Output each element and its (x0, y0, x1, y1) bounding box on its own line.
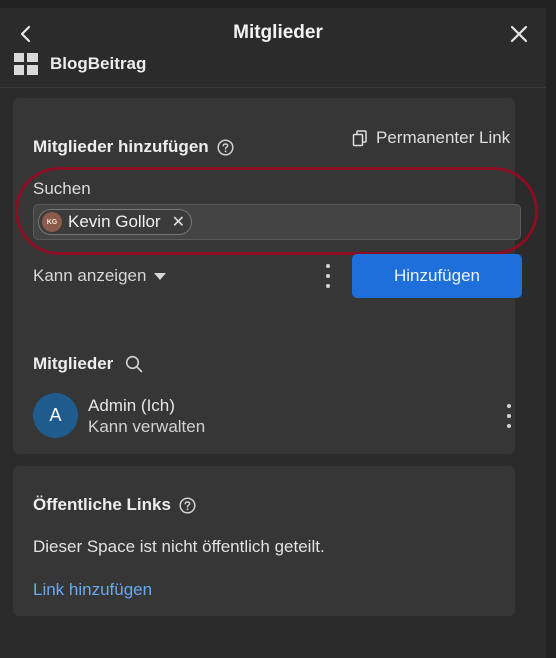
page-title: Mitglieder (233, 22, 323, 43)
search-label: Suchen (33, 179, 91, 198)
member-role: Kann verwalten (88, 417, 206, 436)
help-icon[interactable] (179, 496, 196, 514)
remove-chip-icon[interactable]: ✕ (172, 212, 185, 232)
close-button[interactable] (507, 22, 531, 46)
public-links-title: Öffentliche Links (33, 495, 171, 514)
copy-icon (352, 129, 367, 146)
public-links-heading: Öffentliche Links (33, 495, 196, 515)
members-title: Mitglieder (33, 354, 114, 373)
search-input[interactable]: KG Kevin Gollor ✕ (33, 204, 521, 240)
add-link-link[interactable]: Link hinzufügen (33, 580, 152, 600)
member-name: Admin (Ich) (88, 396, 175, 415)
caret-down-icon (154, 272, 167, 280)
header-divider (0, 87, 546, 88)
chip-avatar: KG (42, 212, 62, 232)
permanent-link-label: Permanenter Link (376, 128, 511, 147)
add-button[interactable]: Hinzufügen (352, 254, 522, 298)
document-row: BlogBeitrag (14, 52, 146, 76)
avatar: A (33, 393, 78, 438)
help-icon[interactable] (217, 138, 234, 156)
member-options-icon[interactable] (502, 404, 516, 428)
panel-header: Mitglieder (0, 8, 546, 58)
more-options-icon[interactable] (321, 264, 335, 288)
public-links-message: Dieser Space ist nicht öffentlich geteil… (33, 537, 325, 556)
member-chip: KG Kevin Gollor ✕ (38, 209, 192, 235)
search-icon[interactable] (125, 355, 143, 373)
permission-value: Kann anzeigen (33, 266, 147, 285)
permission-dropdown[interactable]: Kann anzeigen (33, 266, 167, 286)
add-members-title: Mitglieder hinzufügen (33, 137, 209, 156)
close-icon (510, 25, 528, 43)
grid-icon (14, 53, 38, 75)
add-members-heading: Mitglieder hinzufügen (33, 137, 234, 157)
members-heading: Mitglieder (33, 354, 143, 374)
document-title: BlogBeitrag (50, 54, 147, 73)
permanent-link-button[interactable]: Permanenter Link (352, 128, 510, 148)
chip-name: Kevin Gollor (68, 212, 161, 231)
